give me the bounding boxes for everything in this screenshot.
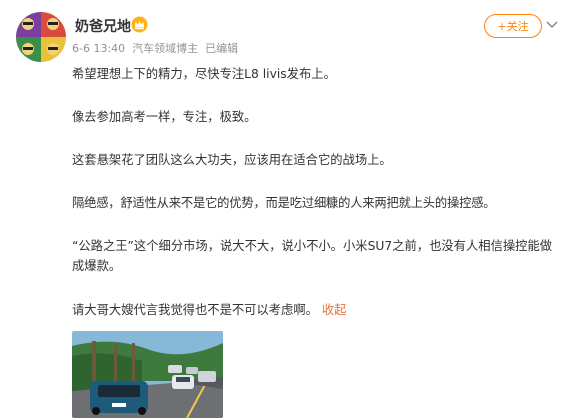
post-paragraph-6-text: 请大哥大嫂代言我觉得也不是不可以考虑啊。 [72, 303, 318, 317]
post-paragraph-2: 像去参加高考一样，专注，极致。 [72, 110, 257, 124]
follow-button[interactable]: +关注 [484, 14, 542, 38]
post-paragraph-3: 这套悬架花了团队这么大功夫，应该用在适合它的战场上。 [72, 153, 392, 167]
post-image[interactable] [72, 331, 223, 418]
post-paragraph-5: “公路之王”这个细分市场，说大不大，说小不小。小米SU7之前，也没有人相信操控能… [72, 239, 553, 273]
author-name[interactable]: 奶爸兄地 [75, 16, 131, 36]
post-source: 汽车领域博主 [132, 42, 199, 55]
crown-badge-icon [131, 16, 148, 33]
post-time[interactable]: 6-6 13:40 [72, 42, 125, 55]
post-paragraph-6: 请大哥大嫂代言我觉得也不是不可以考虑啊。 收起 [72, 300, 346, 320]
avatar[interactable] [16, 12, 66, 62]
post-paragraph-1: 希望理想上下的精力，尽快专注L8 livis发布上。 [72, 67, 336, 81]
post-meta: 6-6 13:40 汽车领域博主 已编辑 [72, 40, 238, 56]
collapse-link[interactable]: 收起 [322, 303, 347, 317]
chevron-down-icon[interactable] [544, 16, 560, 32]
post-paragraph-4: 隔绝感，舒适性从来不是它的优势，而是吃过细糠的人来两把就上头的操控感。 [72, 196, 496, 210]
edited-label[interactable]: 已编辑 [205, 42, 238, 55]
